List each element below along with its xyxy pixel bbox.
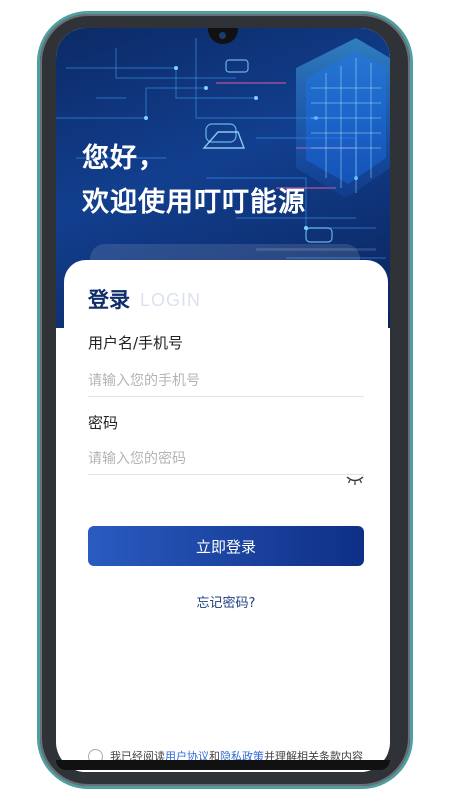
username-label: 用户名/手机号 xyxy=(88,334,184,352)
phone-bottom-bezel xyxy=(56,760,390,770)
password-input[interactable] xyxy=(88,444,364,475)
forgot-password-link[interactable]: 忘记密码? xyxy=(64,592,388,611)
phone-screen: 您好， 欢迎使用叮叮能源 登录 LOGIN 用户名/手机号 密码 立即登录 忘记… xyxy=(56,28,390,772)
login-card: 登录 LOGIN 用户名/手机号 密码 立即登录 忘记密码? 我已经阅读 用户协… xyxy=(64,260,388,772)
login-title: 登录 xyxy=(88,288,130,312)
login-button[interactable]: 立即登录 xyxy=(88,526,364,566)
username-input[interactable] xyxy=(88,366,364,397)
password-label: 密码 xyxy=(88,414,119,432)
greeting-line-2: 欢迎使用叮叮能源 xyxy=(82,187,306,218)
greeting-line-1: 您好， xyxy=(82,143,166,174)
login-title-en: LOGIN xyxy=(140,290,202,310)
eye-closed-icon[interactable] xyxy=(346,474,364,486)
